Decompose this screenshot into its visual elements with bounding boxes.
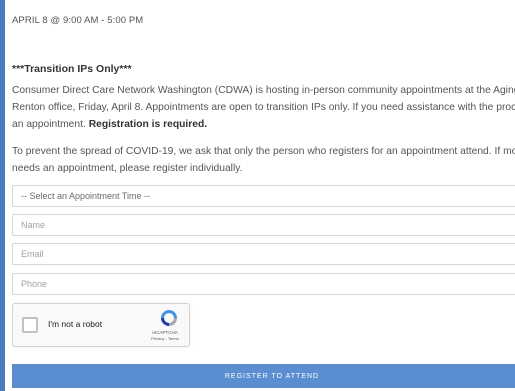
event-description-text: Consumer Direct Care Network Washington … — [12, 85, 515, 130]
event-description: Consumer Direct Care Network Washington … — [12, 82, 515, 133]
name-input[interactable] — [12, 214, 515, 236]
recaptcha-widget: I'm not a robot reCAPTCHA Privacy - Term… — [12, 303, 190, 347]
recaptcha-links[interactable]: Privacy - Terms — [142, 336, 188, 342]
register-button[interactable]: REGISTER TO ATTEND — [12, 364, 515, 388]
appointment-time-select[interactable]: -- Select an Appointment Time -- — [12, 185, 515, 207]
recaptcha-logo-icon — [161, 310, 177, 326]
left-accent-bar — [0, 0, 5, 391]
phone-input[interactable] — [12, 273, 515, 295]
event-heading: ***Transition IPs Only*** — [12, 63, 132, 75]
appointment-time-select-value: -- Select an Appointment Time -- — [21, 191, 151, 201]
event-registration-panel: APRIL 8 @ 9:00 AM - 5:00 PM ***Transitio… — [12, 0, 515, 391]
recaptcha-checkbox[interactable] — [22, 317, 38, 333]
email-input[interactable] — [12, 243, 515, 265]
covid-notice: To prevent the spread of COVID-19, we as… — [12, 146, 515, 174]
registration-required-note: Registration is required. — [88, 119, 208, 130]
recaptcha-label: I'm not a robot — [48, 319, 103, 329]
event-datetime: APRIL 8 @ 9:00 AM - 5:00 PM — [12, 15, 144, 26]
